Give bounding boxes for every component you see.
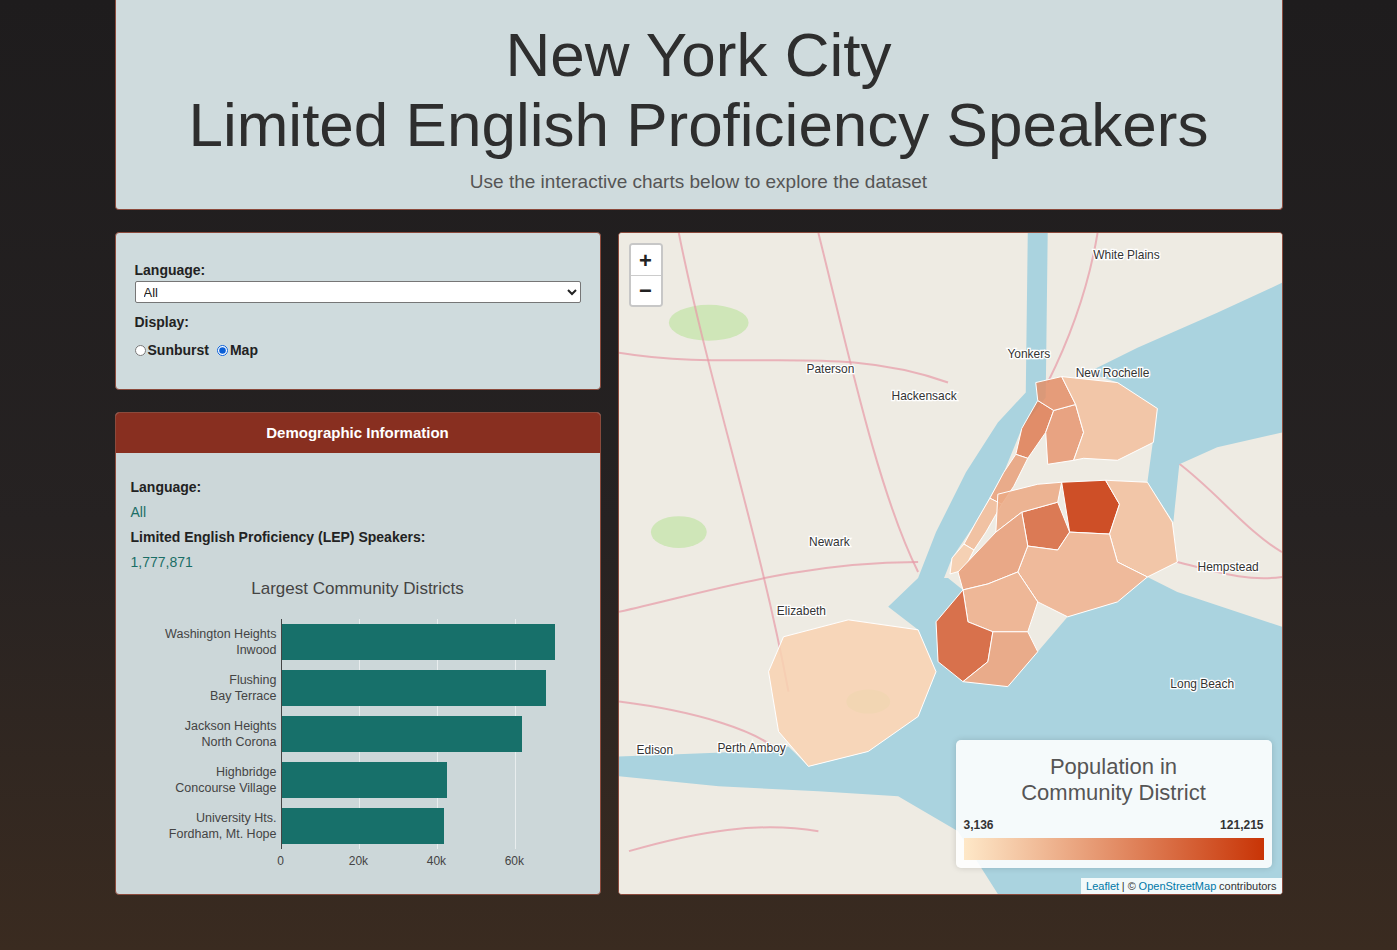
bar-label: Washington HeightsInwood <box>131 619 281 665</box>
road <box>619 353 948 383</box>
zoom-in-button[interactable]: + <box>631 245 661 275</box>
demographic-header: Demographic Information <box>116 413 600 453</box>
land <box>619 233 1282 894</box>
bar-label-line: Jackson Heights <box>185 718 277 734</box>
bar-label-line: Fordham, Mt. Hope <box>169 826 277 842</box>
place-label: Long Beach <box>1170 677 1234 691</box>
road <box>619 562 918 612</box>
bar-label: Jackson HeightsNorth Corona <box>131 711 281 757</box>
place-label: Hempstead <box>1197 560 1258 574</box>
attribution-text: | © <box>1122 880 1136 892</box>
park <box>668 305 748 341</box>
bar-label-line: Bay Terrace <box>210 688 276 704</box>
attribution-link[interactable]: OpenStreetMap <box>1139 880 1217 892</box>
zoom-control: + − <box>629 243 663 307</box>
place-label: New Rochelle <box>1075 366 1149 380</box>
bar-label-line: Concourse Village <box>175 780 276 796</box>
display-options: Sunburst Map <box>135 339 581 361</box>
chart-title: Largest Community Districts <box>131 577 585 601</box>
display-label: Display: <box>135 311 581 333</box>
road <box>1177 462 1282 552</box>
community-district[interactable] <box>962 632 1037 687</box>
bar-label-line: Washington Heights <box>165 626 276 642</box>
map-attribution: Leaflet| ©OpenStreetMapcontributors <box>1081 878 1281 894</box>
bar-label-line: North Corona <box>201 734 276 750</box>
road <box>628 827 817 851</box>
page-subtitle: Use the interactive charts below to expl… <box>136 170 1262 194</box>
bar-track <box>282 619 585 665</box>
bar[interactable] <box>282 624 556 660</box>
legend-title-line: Population in <box>964 754 1264 780</box>
demographic-language-label: Language: <box>131 475 585 500</box>
road <box>1047 233 1097 383</box>
bar-label-line: University Hts. <box>196 810 277 826</box>
page-header: New York CityLimited English Proficiency… <box>115 0 1283 210</box>
attribution-link[interactable]: Leaflet <box>1086 880 1119 892</box>
page-title: New York CityLimited English Proficiency… <box>136 20 1262 160</box>
title-line: Limited English Proficiency Speakers <box>136 90 1262 160</box>
controls-panel: Language: All Display: Sunburst Map <box>115 232 601 390</box>
display-option-label: Map <box>230 339 258 361</box>
place-label: White Plains <box>1093 248 1159 262</box>
legend-title-line: Community District <box>964 780 1264 806</box>
water <box>619 577 1282 894</box>
bar-track <box>282 711 585 757</box>
place-label: Elizabeth <box>776 604 825 618</box>
legend-max: 121,215 <box>1220 816 1263 834</box>
display-option-label: Sunburst <box>148 339 209 361</box>
display-option[interactable]: Sunburst <box>135 339 209 361</box>
lep-value: 1,777,871 <box>131 550 585 575</box>
bar-track <box>282 803 585 849</box>
place-label: Paterson <box>806 362 854 376</box>
bar[interactable] <box>282 716 522 752</box>
bar[interactable] <box>282 808 444 844</box>
attribution-text: contributors <box>1219 880 1276 892</box>
x-tick: 0 <box>277 852 284 870</box>
bar-label-line: Flushing <box>229 672 276 688</box>
display-option[interactable]: Map <box>217 339 258 361</box>
demographic-language-value: All <box>131 500 585 525</box>
bar-label-line: Inwood <box>236 642 276 658</box>
road <box>678 233 788 692</box>
community-district[interactable] <box>768 620 935 767</box>
legend-title: Population inCommunity District <box>964 754 1264 806</box>
place-label: Hackensack <box>891 389 956 403</box>
park <box>650 516 706 548</box>
demographic-panel: Demographic Information Language: All Li… <box>115 412 601 895</box>
place-label: Perth Amboy <box>717 741 785 755</box>
title-line: New York City <box>136 20 1262 90</box>
bar[interactable] <box>282 762 447 798</box>
place-label: Newark <box>809 535 850 549</box>
place-label: Edison <box>636 743 673 757</box>
zoom-out-button[interactable]: − <box>631 275 661 305</box>
legend-min: 3,136 <box>964 816 994 834</box>
x-tick: 60k <box>505 852 524 870</box>
lep-label: Limited English Proficiency (LEP) Speake… <box>131 525 585 550</box>
language-label: Language: <box>135 259 581 281</box>
x-tick: 40k <box>427 852 446 870</box>
bar-label: HighbridgeConcourse Village <box>131 757 281 803</box>
display-radio[interactable] <box>217 345 228 356</box>
map-panel[interactable]: White Plains Yonkers New Rochelle Paterson H… <box>618 232 1283 895</box>
bar-track <box>282 757 585 803</box>
community-district[interactable] <box>1061 377 1157 461</box>
bar-label-line: Highbridge <box>216 764 276 780</box>
language-select[interactable]: All <box>135 281 581 303</box>
map-legend: Population inCommunity District 3,136 12… <box>956 740 1272 868</box>
bar-label: FlushingBay Terrace <box>131 665 281 711</box>
bar-track <box>282 665 585 711</box>
display-radio[interactable] <box>135 345 146 356</box>
x-axis: 020k40k60k <box>281 849 585 869</box>
bar-label: University Hts.Fordham, Mt. Hope <box>131 803 281 849</box>
place-label: Yonkers <box>1007 347 1050 361</box>
bar-chart: Washington HeightsInwoodFlushingBay Terr… <box>131 619 585 849</box>
x-tick: 20k <box>349 852 368 870</box>
bar[interactable] <box>282 670 546 706</box>
community-district[interactable] <box>962 572 1037 632</box>
legend-gradient <box>964 838 1264 860</box>
